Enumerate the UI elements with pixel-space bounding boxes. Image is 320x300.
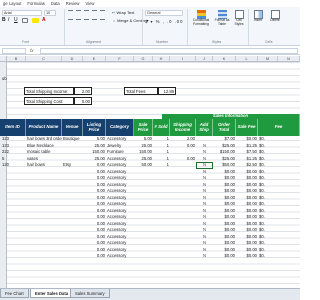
sheet-tab-label: Enter Sales Data	[35, 291, 69, 296]
header-listing-price[interactable]: Listing Price	[83, 119, 106, 136]
number-format-icons[interactable]: $ ▾ % , .0 .00	[145, 19, 183, 24]
total-fees-value: 12.89	[163, 89, 174, 94]
fx-icon[interactable]: fx	[30, 48, 34, 53]
header-number-sold[interactable]: # Sold	[153, 119, 170, 136]
cells-group-label: Cells	[265, 40, 273, 44]
merge-center-icon: ⇔	[112, 18, 116, 23]
font-name-select[interactable]: Arial	[2, 10, 42, 16]
active-cell-selection[interactable]	[196, 162, 213, 169]
cell-order-total[interactable]: $0.00	[213, 253, 236, 260]
header-category[interactable]: Category	[106, 119, 134, 136]
sheet-tab-enter-sales-data[interactable]: Enter Sales Data	[30, 289, 74, 298]
total-shipping-income-label-cell[interactable]: Total Shipping Income:	[24, 87, 74, 95]
wrap-text-label: Wrap Text	[116, 10, 135, 15]
conditional-formatting-button[interactable]: Conditional Formatting	[190, 10, 212, 26]
align-top-icons[interactable]	[68, 10, 108, 18]
font-name-value: Arial	[4, 11, 12, 15]
total-shipping-cost-label-cell[interactable]: Total Shipping Cost:	[24, 97, 74, 105]
sales-table-body: 123 hair bows 3rd order Boutique 5.00 Access…	[0, 136, 300, 288]
cell-product-name[interactable]	[26, 253, 62, 260]
cell-category[interactable]: Accessory	[106, 253, 134, 260]
wrap-text-button[interactable]: ↵ Wrap Text	[112, 10, 134, 16]
tab-review[interactable]: Review	[63, 0, 83, 7]
header-shipping-income[interactable]: Shipping Income	[170, 119, 196, 136]
wrap-text-icon: ↵	[112, 10, 116, 15]
delete-label: Delete	[270, 18, 280, 22]
italic-icon[interactable]: I	[8, 18, 12, 23]
cell-number-sold[interactable]	[153, 253, 170, 260]
tab-formulas[interactable]: Formulas	[24, 0, 47, 7]
format-as-table-label: Format as Table	[214, 18, 230, 26]
table-row: 0.00 Accessory N $0.00 $0.00 $0.	[0, 253, 300, 260]
ribbon-separator	[64, 9, 65, 45]
align-horizontal-icons[interactable]	[68, 19, 108, 24]
format-as-table-button[interactable]: Format as Table	[213, 10, 231, 26]
cell-styles-button[interactable]: Cell Styles	[232, 10, 246, 26]
total-shipping-cost-value: 0.00	[81, 99, 90, 104]
total-fees-label: Total Fees:	[126, 89, 147, 94]
total-shipping-cost-value-cell[interactable]: 0.00	[74, 97, 92, 105]
ribbon: ge Layout Formulas Data Review View Aria…	[0, 0, 300, 46]
header-add-ship[interactable]: Add Ship	[196, 119, 213, 136]
cell-add-ship[interactable]: N	[196, 253, 213, 260]
fill-color-icon[interactable]	[32, 18, 39, 23]
ribbon-separator	[142, 9, 143, 45]
ribbon-separator	[248, 9, 249, 45]
formula-bar: fx	[0, 47, 300, 55]
name-box[interactable]	[2, 48, 26, 54]
header-order-total[interactable]: Order Total	[213, 119, 236, 136]
total-fees-value-cell[interactable]: 12.89	[158, 87, 176, 95]
underline-icon[interactable]: U	[14, 18, 18, 23]
total-shipping-income-value-cell[interactable]: 2.00	[74, 87, 92, 95]
formula-input[interactable]	[40, 48, 298, 54]
font-group-label: Font	[22, 40, 29, 44]
header-venue[interactable]: Venue	[62, 119, 83, 136]
conditional-formatting-label: Conditional Formatting	[192, 18, 210, 26]
sheet-tab-label: Sales Summary	[75, 291, 105, 296]
cell-styles-label: Cell Styles	[234, 18, 244, 26]
header-fee[interactable]: Fee	[258, 119, 300, 136]
total-shipping-income-label: Total Shipping Income:	[26, 89, 69, 94]
tab-view[interactable]: View	[82, 0, 97, 7]
delete-button[interactable]: Delete	[268, 10, 282, 23]
tab-page-layout[interactable]: ge Layout	[0, 0, 24, 7]
bold-icon[interactable]: B	[2, 18, 6, 23]
number-group-label: Number	[156, 40, 169, 44]
insert-label: Insert	[253, 18, 263, 22]
sheet-tab-label: Fee Chart	[5, 291, 24, 296]
total-fees-label-cell[interactable]: Total Fees:	[124, 87, 158, 95]
header-sale-fee[interactable]: Sale Fee	[236, 119, 258, 136]
number-format-value: General	[147, 11, 161, 15]
font-size-select[interactable]: 10	[44, 10, 56, 16]
cell-shipping-income[interactable]	[170, 253, 196, 260]
sheet-tab-sales-summary[interactable]: Sales Summary	[70, 289, 110, 298]
total-shipping-income-value: 2.00	[81, 89, 90, 94]
cell-fee[interactable]: $0.	[258, 253, 300, 260]
styles-group-label: Styles	[212, 40, 222, 44]
cell-listing-price[interactable]: 0.00	[83, 253, 106, 260]
cell-sale-price[interactable]	[134, 253, 153, 260]
total-shipping-cost-label: Total Shipping Cost:	[26, 99, 64, 104]
ribbon-tab-bar: ge Layout Formulas Data Review View	[0, 0, 300, 7]
number-format-select[interactable]: General	[145, 10, 183, 16]
cell-sale-fee[interactable]: $0.00	[236, 253, 258, 260]
ribbon-separator	[187, 9, 188, 45]
sheet-tab-fee-chart[interactable]: Fee Chart	[0, 289, 29, 298]
alignment-group-label: Alignment	[86, 40, 102, 44]
font-color-icon[interactable]: A	[42, 17, 48, 23]
stray-label: ub	[2, 76, 7, 81]
cell-venue[interactable]	[62, 253, 83, 260]
sheet-tab-bar: Fee Chart Enter Sales Data Sales Summary	[0, 288, 300, 300]
cell-item-id[interactable]	[1, 253, 26, 260]
header-sale-price[interactable]: Sale Price	[134, 119, 153, 136]
insert-button[interactable]: Insert	[251, 10, 265, 23]
tab-data[interactable]: Data	[48, 0, 63, 7]
borders-icon[interactable]	[22, 18, 28, 23]
header-item-id[interactable]: Item ID	[0, 119, 26, 136]
merge-center-button[interactable]: ⇔ Merge & Center ▾	[112, 18, 149, 24]
header-product-name[interactable]: Product Name	[26, 119, 62, 136]
font-size-value: 10	[46, 11, 51, 15]
